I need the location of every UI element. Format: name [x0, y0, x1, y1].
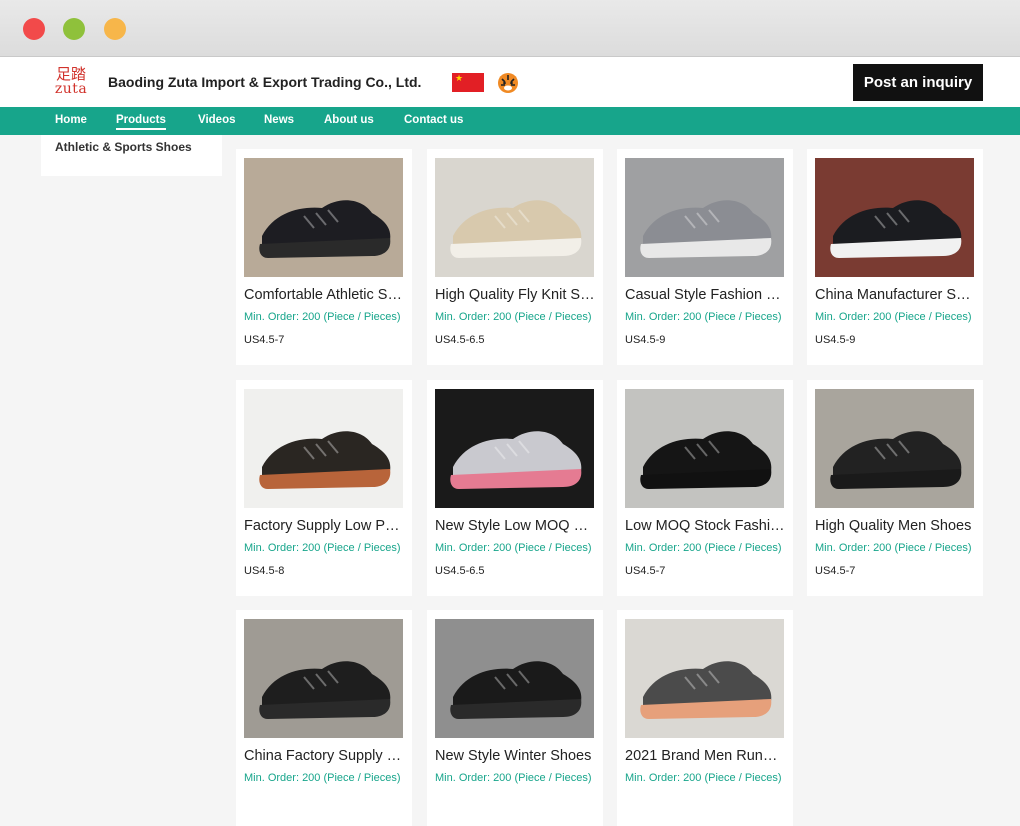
product-price: US4.5-7 — [815, 565, 856, 577]
product-min-order: Min. Order: 200 (Piece / Pieces) — [244, 772, 401, 784]
close-window-button[interactable] — [23, 18, 45, 40]
product-card[interactable]: Factory Supply Low Price Min. Order: 200 … — [236, 380, 412, 596]
product-min-order: Min. Order: 200 (Piece / Pieces) — [244, 542, 401, 554]
product-min-order: Min. Order: 200 (Piece / Pieces) — [625, 542, 782, 554]
product-price: US4.5-7 — [244, 334, 285, 346]
product-price: US4.5-7 — [625, 565, 666, 577]
product-title[interactable]: New Style Winter Shoes — [435, 748, 595, 764]
product-min-order: Min. Order: 200 (Piece / Pieces) — [435, 772, 592, 784]
product-min-order: Min. Order: 200 (Piece / Pieces) — [625, 772, 782, 784]
product-title[interactable]: 2021 Brand Men Running Shoes — [625, 748, 785, 764]
product-image[interactable] — [625, 619, 784, 738]
product-price: US4.5-8 — [244, 565, 285, 577]
product-price: US4.5-6.5 — [435, 334, 485, 346]
product-card[interactable]: Low MOQ Stock Fashion Shoes Min. Order: 2… — [617, 380, 793, 596]
product-price: US4.5-6.5 — [435, 565, 485, 577]
product-min-order: Min. Order: 200 (Piece / Pieces) — [435, 311, 592, 323]
nav-products[interactable]: Products — [116, 114, 166, 130]
china-flag-icon: ★ — [452, 73, 484, 92]
product-title[interactable]: Comfortable Athletic Shoes — [244, 287, 404, 303]
sidebar-category-panel: Athletic & Sports Shoes — [41, 135, 222, 176]
product-min-order: Min. Order: 200 (Piece / Pieces) — [435, 542, 592, 554]
product-title[interactable]: China Manufacturer Shoes — [815, 287, 975, 303]
site-header: 足踏 zuta Baoding Zuta Import & Export Tra… — [0, 57, 1020, 107]
product-title[interactable]: Low MOQ Stock Fashion Shoes — [625, 518, 785, 534]
nav-videos[interactable]: Videos — [198, 114, 236, 126]
nav-contact-us[interactable]: Contact us — [404, 114, 463, 126]
product-image[interactable] — [435, 158, 594, 277]
product-image[interactable] — [435, 389, 594, 508]
product-card[interactable]: 2021 Brand Men Running Shoes Min. Order: … — [617, 610, 793, 826]
minimize-window-button[interactable] — [63, 18, 85, 40]
product-title[interactable]: Factory Supply Low Price — [244, 518, 404, 534]
logo-text-cn: 足踏 — [55, 65, 86, 83]
nav-news[interactable]: News — [264, 114, 294, 126]
product-min-order: Min. Order: 200 (Piece / Pieces) — [815, 542, 972, 554]
company-logo[interactable]: 足踏 zuta — [52, 67, 90, 99]
logo-text-en: zuta — [54, 81, 88, 97]
product-image[interactable] — [625, 389, 784, 508]
product-card[interactable]: High Quality Fly Knit Shoes Min. Order: 2… — [427, 149, 603, 365]
product-image[interactable] — [815, 389, 974, 508]
product-title[interactable]: New Style Low MOQ Shoes — [435, 518, 595, 534]
maximize-window-button[interactable] — [104, 18, 126, 40]
product-image[interactable] — [815, 158, 974, 277]
product-card[interactable]: Casual Style Fashion Shoes Min. Order: 20… — [617, 149, 793, 365]
company-name: Baoding Zuta Import & Export Trading Co.… — [108, 74, 422, 90]
product-card[interactable]: China Factory Supply Shoes Min. Order: 20… — [236, 610, 412, 826]
product-card[interactable]: New Style Winter Shoes Min. Order: 200 (P… — [427, 610, 603, 826]
product-image[interactable] — [244, 619, 403, 738]
product-card[interactable]: High Quality Men Shoes Min. Order: 200 (P… — [807, 380, 983, 596]
product-price: US4.5-9 — [625, 334, 666, 346]
product-title[interactable]: High Quality Fly Knit Shoes — [435, 287, 595, 303]
product-min-order: Min. Order: 200 (Piece / Pieces) — [815, 311, 972, 323]
product-card[interactable]: China Manufacturer Shoes Min. Order: 200 … — [807, 149, 983, 365]
product-min-order: Min. Order: 200 (Piece / Pieces) — [244, 311, 401, 323]
sidebar-item-athletic-sports-shoes[interactable]: Athletic & Sports Shoes — [55, 140, 192, 154]
nav-about-us[interactable]: About us — [324, 114, 374, 126]
product-title[interactable]: Casual Style Fashion Shoes — [625, 287, 785, 303]
product-price: US4.5-9 — [815, 334, 856, 346]
product-card[interactable]: Comfortable Athletic Shoes Min. Order: 20… — [236, 149, 412, 365]
product-image[interactable] — [435, 619, 594, 738]
product-image[interactable] — [625, 158, 784, 277]
product-title[interactable]: China Factory Supply Shoes — [244, 748, 404, 764]
product-min-order: Min. Order: 200 (Piece / Pieces) — [625, 311, 782, 323]
product-card[interactable]: New Style Low MOQ Shoes Min. Order: 200 (… — [427, 380, 603, 596]
tiger-badge-icon — [498, 73, 518, 93]
nav-home[interactable]: Home — [55, 114, 87, 126]
product-image[interactable] — [244, 389, 403, 508]
window-titlebar — [0, 0, 1020, 57]
product-image[interactable] — [244, 158, 403, 277]
main-nav: Home Products Videos News About us Contact us — [0, 107, 1020, 135]
post-inquiry-button[interactable]: Post an inquiry — [853, 64, 983, 101]
product-title[interactable]: High Quality Men Shoes — [815, 518, 975, 534]
